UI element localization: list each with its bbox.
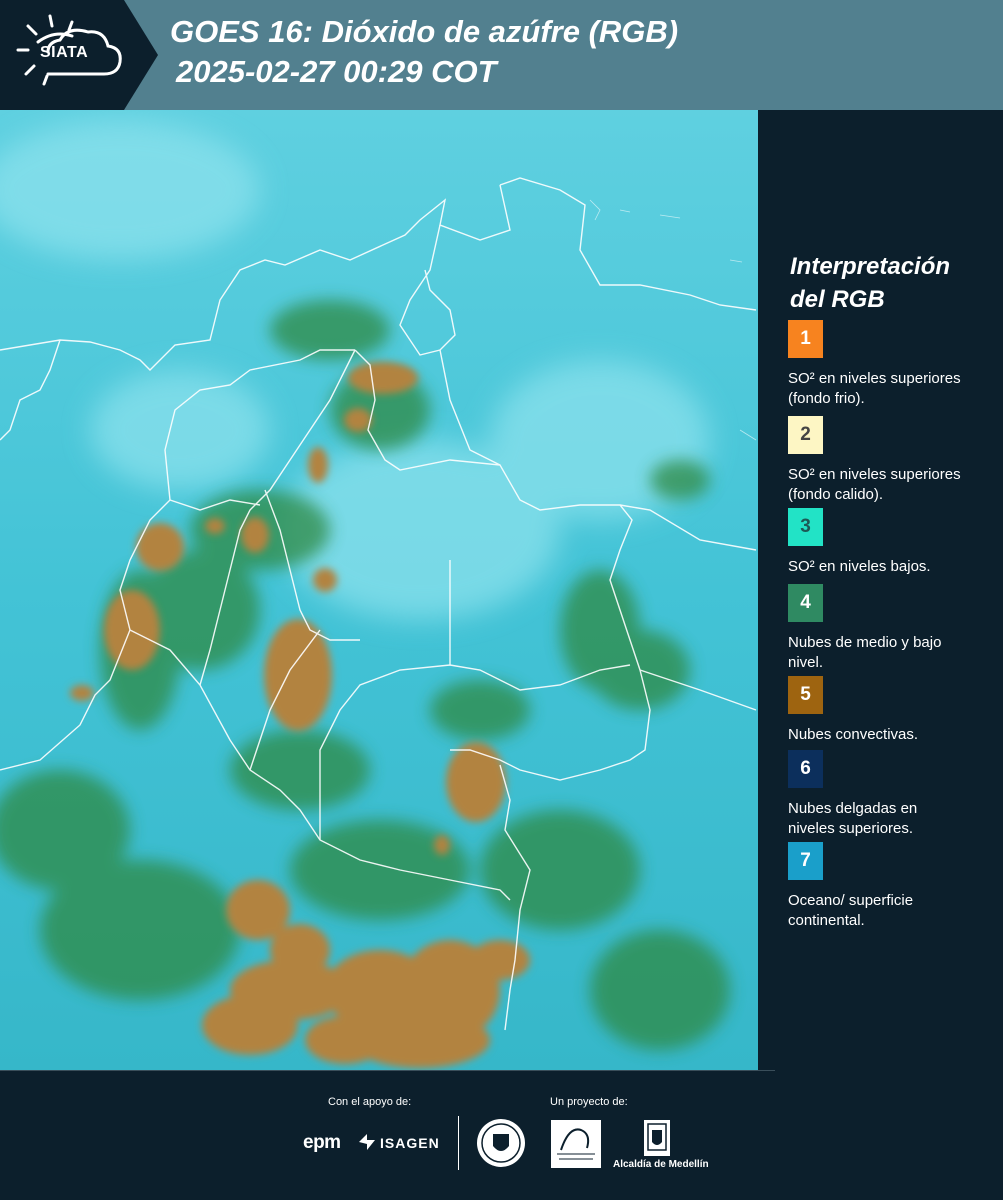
legend-item: 4 Nubes de medio y bajo nivel.	[788, 584, 983, 673]
page-timestamp: 2025-02-27 00:29 COT	[176, 54, 497, 89]
logo-panel: SIATA	[0, 0, 158, 110]
project-label: Un proyecto de:	[550, 1096, 628, 1108]
legend-label: Oceano/ superficie continental.	[788, 892, 914, 929]
legend-number: 3	[800, 516, 811, 537]
isagen-logo: ISAGEN	[380, 1135, 440, 1151]
alcaldia-shield-icon	[644, 1120, 670, 1156]
legend-title: Interpretación del RGB	[790, 253, 951, 313]
legend-label: SO² en niveles bajos.	[788, 558, 931, 575]
legend-label: SO² en niveles superiores (fondo frio).	[788, 370, 961, 407]
legend-panel: Interpretación del RGB 1 SO² en niveles …	[760, 110, 1003, 1070]
legend-swatch: 4	[788, 584, 823, 622]
legend-swatch: 5	[788, 676, 823, 714]
legend-item: 7 Oceano/ superficie continental.	[788, 842, 983, 931]
legend-item: 5 Nubes convectivas.	[788, 676, 983, 745]
siata-logo-text: SIATA	[40, 44, 89, 61]
legend-label: Nubes convectivas.	[788, 726, 919, 743]
legend-label: Nubes delgadas en niveles superiores.	[788, 800, 918, 837]
legend-swatch: 1	[788, 320, 823, 358]
legend-item: 3 SO² en niveles bajos.	[788, 508, 983, 577]
legend-swatch: 2	[788, 416, 823, 454]
footer: Con el apoyo de: Un proyecto de: epm ISA…	[0, 1070, 1003, 1200]
satellite-map	[0, 110, 758, 1070]
support-label: Con el apoyo de:	[328, 1096, 412, 1108]
medellin-seal-icon	[477, 1119, 525, 1167]
satellite-image	[0, 110, 758, 1070]
footer-divider-line	[0, 1070, 775, 1071]
alcaldia-logo-text: Alcaldía de Medellín	[613, 1159, 709, 1170]
page-title: GOES 16: Dióxido de azúfre (RGB)	[170, 14, 679, 49]
epm-logo: epm	[303, 1132, 341, 1153]
legend-label: SO² en niveles superiores (fondo calido)…	[788, 466, 961, 503]
legend-item: 2 SO² en niveles superiores (fondo calid…	[788, 416, 983, 505]
legend-number: 7	[800, 850, 811, 871]
isagen-icon	[359, 1134, 375, 1150]
legend-number: 4	[800, 592, 811, 613]
legend-item: 6 Nubes delgadas en niveles superiores.	[788, 750, 983, 839]
legend-swatch: 7	[788, 842, 823, 880]
legend-swatch: 6	[788, 750, 823, 788]
area-metropolitana-logo	[551, 1120, 601, 1168]
footer-divider	[458, 1116, 459, 1170]
legend-item: 1 SO² en niveles superiores (fondo frio)…	[788, 320, 983, 409]
legend-number: 2	[800, 424, 811, 445]
legend-number: 6	[800, 758, 811, 779]
header-bar: SIATA GOES 16: Dióxido de azúfre (RGB) 2…	[0, 0, 1003, 110]
legend-number: 5	[800, 684, 811, 705]
legend-number: 1	[800, 328, 811, 349]
legend-swatch: 3	[788, 508, 823, 546]
legend-label: Nubes de medio y bajo nivel.	[788, 634, 942, 671]
